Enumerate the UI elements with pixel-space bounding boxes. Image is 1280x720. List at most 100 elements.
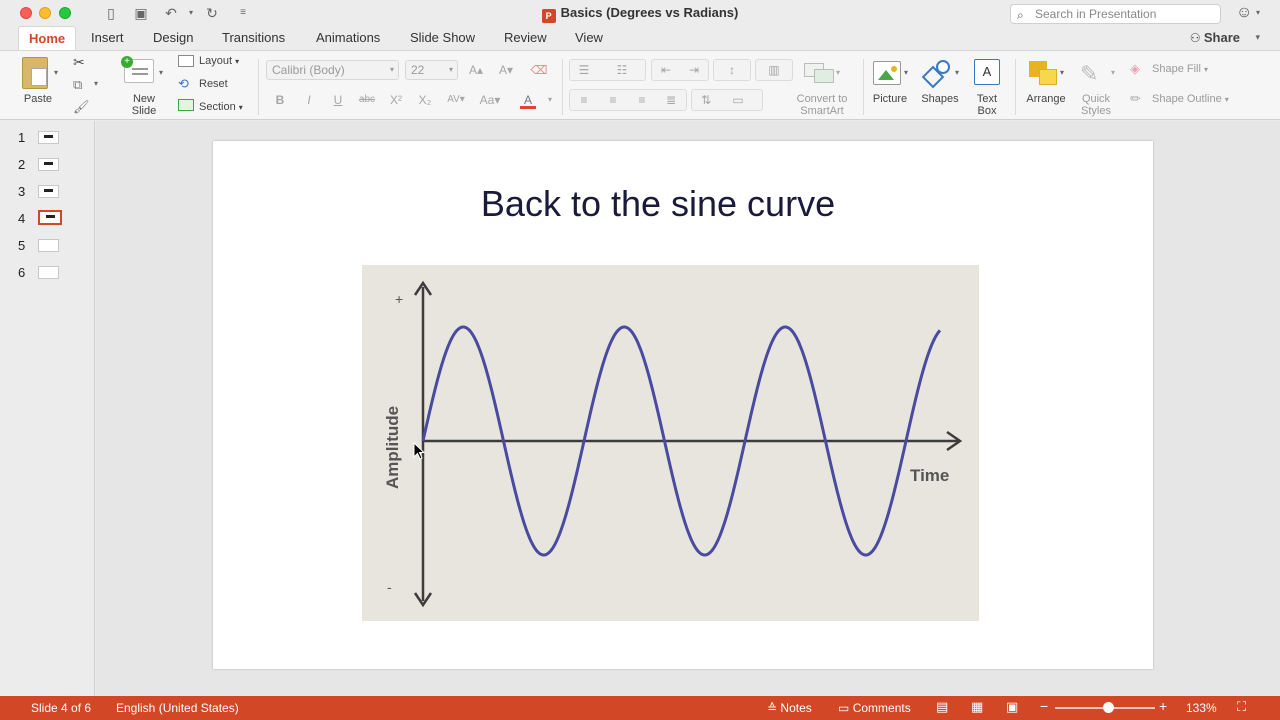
search-input[interactable]: ⌕ Search in Presentation	[1010, 4, 1221, 24]
tab-home[interactable]: Home	[18, 26, 76, 50]
shape-fill-button[interactable]: Shape Fill ▾	[1152, 63, 1208, 75]
tab-animations[interactable]: Animations	[306, 26, 390, 50]
copy-icon[interactable]: ⧉	[73, 77, 82, 93]
new-slide-icon[interactable]: +	[121, 56, 154, 83]
columns-icon[interactable]: ▥	[762, 60, 786, 80]
sine-curve-graphic[interactable]: + - Amplitude Time	[362, 265, 979, 621]
share-chevron-icon[interactable]: ▾	[1255, 32, 1260, 43]
paste-icon[interactable]	[22, 57, 48, 89]
text-box-button[interactable]: Text Box	[967, 93, 1007, 117]
slide-sorter-icon[interactable]: ▦	[971, 699, 983, 715]
quick-styles-button[interactable]: Quick Styles	[1076, 93, 1116, 117]
slide-title[interactable]: Back to the sine curve	[213, 183, 1103, 225]
picture-button[interactable]: Picture	[868, 93, 912, 105]
arrange-chevron-icon[interactable]: ▾	[1060, 68, 1064, 77]
picture-icon[interactable]	[873, 61, 901, 85]
new-slide-button[interactable]: New Slide	[124, 93, 164, 117]
underline-icon[interactable]: U	[326, 90, 350, 110]
feedback-smiley-icon[interactable]: ☺	[1236, 4, 1254, 22]
tab-view[interactable]: View	[565, 26, 613, 50]
section-button[interactable]: Section ▾	[199, 101, 243, 113]
comments-button[interactable]: ▭ Comments	[838, 701, 911, 715]
slide-thumbnail-5[interactable]	[38, 239, 59, 252]
align-left-icon[interactable]: ≡	[572, 90, 596, 110]
increase-indent-icon[interactable]: ⇥	[682, 60, 706, 80]
slide-thumbnail-2[interactable]	[38, 158, 59, 171]
language-indicator[interactable]: English (United States)	[116, 701, 239, 715]
normal-view-icon[interactable]: ▤	[936, 699, 948, 715]
increase-font-size-icon[interactable]: A▴	[464, 60, 488, 80]
ribbon: ▾ Paste ✂ ⧉ ▾ 🖌 + ▾ New Slide Layout ▾ ⟲…	[0, 50, 1280, 120]
cut-icon[interactable]: ✂	[73, 54, 85, 71]
align-text-icon[interactable]: ▭	[726, 90, 750, 110]
paste-button[interactable]: Paste	[18, 93, 58, 105]
slide-thumbnail-1[interactable]	[38, 131, 59, 144]
decrease-font-size-icon[interactable]: A▾	[494, 60, 518, 80]
font-color-chevron-icon[interactable]: ▾	[538, 90, 562, 110]
font-name-field[interactable]: Calibri (Body) ▾	[266, 60, 399, 80]
reset-button[interactable]: Reset	[199, 78, 228, 90]
reading-view-icon[interactable]: ▣	[1006, 699, 1018, 715]
text-box-icon[interactable]: A	[974, 59, 1000, 85]
notes-button[interactable]: ≙ Notes	[767, 701, 812, 715]
font-color-icon[interactable]: A	[516, 90, 540, 110]
zoom-slider-knob[interactable]	[1103, 702, 1114, 713]
subscript-icon[interactable]: X₂	[413, 90, 437, 110]
picture-chevron-icon[interactable]: ▾	[904, 68, 908, 77]
slide-thumbnail-4[interactable]	[38, 210, 62, 225]
slide-thumbnail-3[interactable]	[38, 185, 59, 198]
arrange-button[interactable]: Arrange	[1022, 93, 1070, 105]
shape-fill-icon[interactable]: ◈	[1130, 61, 1146, 76]
superscript-icon[interactable]: X²	[384, 90, 408, 110]
minus-label: -	[387, 579, 392, 595]
convert-smartart-button[interactable]: Convert to SmartArt	[788, 93, 856, 117]
strikethrough-icon[interactable]: abc	[355, 90, 379, 110]
tab-design[interactable]: Design	[143, 26, 203, 50]
fit-to-window-icon[interactable]: ⛶	[1237, 699, 1246, 715]
text-direction-icon[interactable]: ⇅	[694, 90, 718, 110]
zoom-in-icon[interactable]: +	[1159, 698, 1167, 714]
zoom-level[interactable]: 133%	[1186, 701, 1217, 715]
layout-button[interactable]: Layout ▾	[199, 55, 239, 67]
shape-outline-button[interactable]: Shape Outline ▾	[1152, 93, 1229, 105]
chevron-down-icon[interactable]: ▾	[1256, 8, 1260, 17]
justify-icon[interactable]: ≣	[659, 90, 683, 110]
tab-insert[interactable]: Insert	[81, 26, 134, 50]
copy-chevron-icon[interactable]: ▾	[94, 79, 98, 88]
slide[interactable]: Back to the sine curve + - Amplitude Tim…	[213, 141, 1153, 669]
new-slide-chevron-icon[interactable]: ▾	[159, 68, 163, 77]
format-painter-icon[interactable]: 🖌	[73, 99, 90, 115]
smartart-chevron-icon[interactable]: ▾	[836, 68, 840, 77]
share-button[interactable]: ⚇ Share	[1190, 30, 1240, 45]
change-case-icon[interactable]: Aa▾	[478, 90, 502, 110]
numbering-icon[interactable]: ☷	[610, 60, 634, 80]
character-spacing-icon[interactable]: AV▾	[444, 90, 468, 110]
align-center-icon[interactable]: ≡	[601, 90, 625, 110]
tab-review[interactable]: Review	[494, 26, 557, 50]
slide-thumbnail-6[interactable]	[38, 266, 59, 279]
shapes-icon[interactable]	[921, 59, 953, 89]
arrange-icon[interactable]	[1029, 61, 1059, 85]
quick-styles-chevron-icon[interactable]: ▾	[1111, 68, 1115, 77]
tab-transitions[interactable]: Transitions	[212, 26, 295, 50]
reset-icon[interactable]: ⟲	[178, 76, 189, 92]
shape-outline-icon[interactable]: ✏	[1130, 91, 1146, 106]
text-box-label-2: Box	[977, 105, 997, 117]
smartart-icon[interactable]	[804, 61, 834, 85]
bullets-icon[interactable]: ☰	[572, 60, 596, 80]
line-spacing-icon[interactable]: ↕	[720, 60, 744, 80]
clear-formatting-icon[interactable]: ⌫	[527, 60, 551, 80]
tab-slide-show[interactable]: Slide Show	[400, 26, 485, 50]
section-icon[interactable]	[178, 99, 194, 111]
align-right-icon[interactable]: ≡	[630, 90, 654, 110]
zoom-out-icon[interactable]: −	[1040, 698, 1048, 714]
italic-icon[interactable]: I	[297, 90, 321, 110]
bold-icon[interactable]: B	[268, 90, 292, 110]
quick-styles-icon[interactable]: ✎	[1080, 61, 1110, 87]
shapes-button[interactable]: Shapes	[918, 93, 962, 105]
shapes-chevron-icon[interactable]: ▾	[955, 68, 959, 77]
layout-icon[interactable]	[178, 55, 194, 67]
font-size-field[interactable]: 22 ▾	[405, 60, 458, 80]
decrease-indent-icon[interactable]: ⇤	[654, 60, 678, 80]
paste-chevron-icon[interactable]: ▾	[54, 68, 58, 77]
